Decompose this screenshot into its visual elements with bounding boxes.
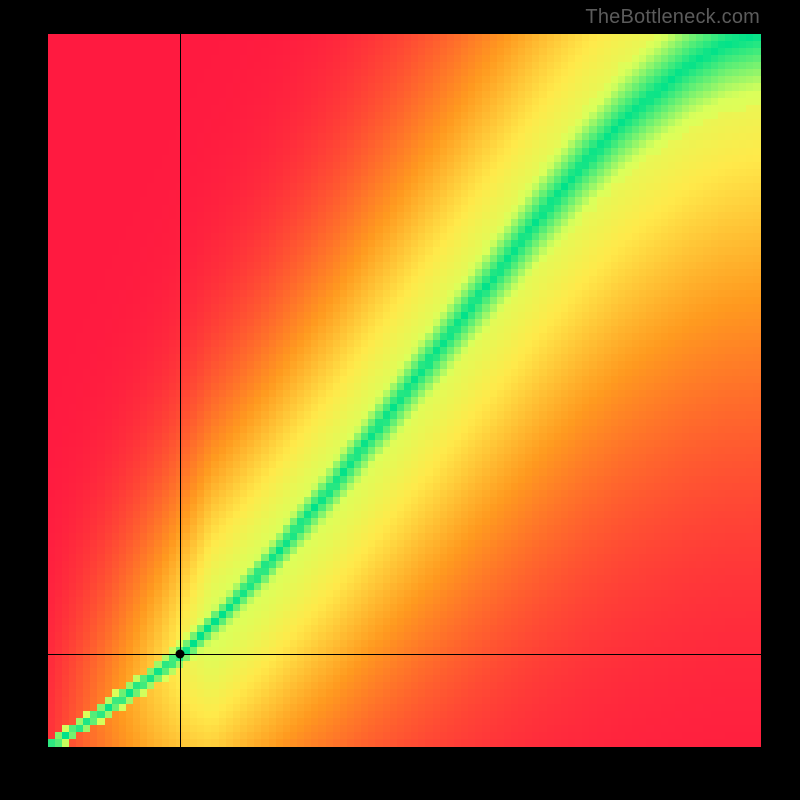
crosshair-horizontal xyxy=(48,654,761,655)
heatmap-plot xyxy=(48,34,761,747)
heatmap-canvas xyxy=(48,34,761,747)
watermark-text: TheBottleneck.com xyxy=(585,6,760,29)
crosshair-vertical xyxy=(180,34,181,747)
data-point-marker xyxy=(175,650,184,659)
figure-frame: TheBottleneck.com xyxy=(0,0,800,800)
